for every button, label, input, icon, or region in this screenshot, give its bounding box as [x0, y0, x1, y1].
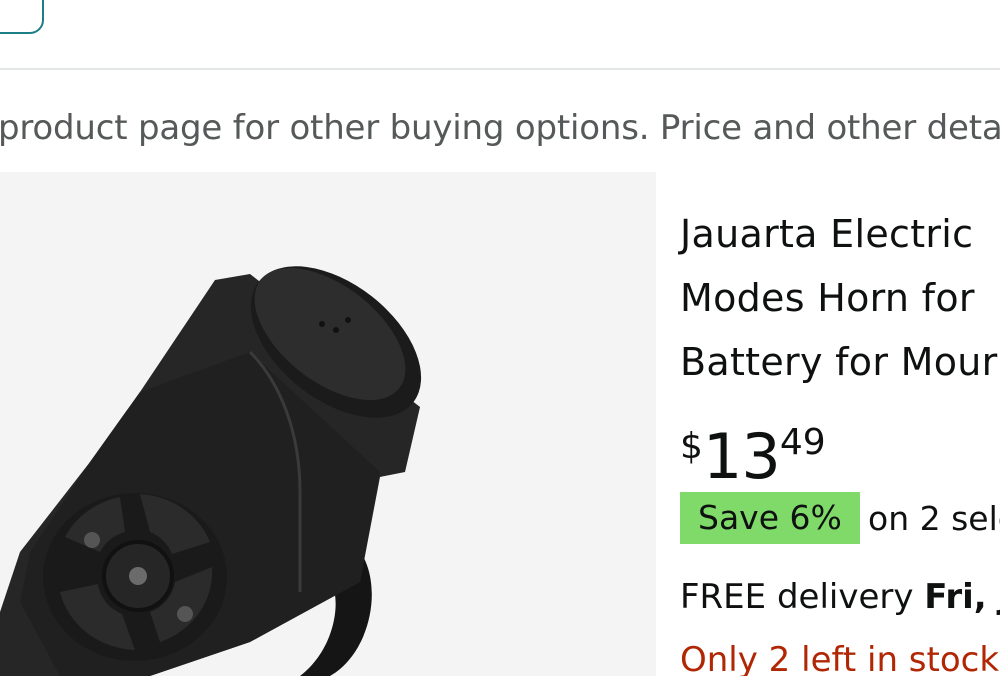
save-offer-text[interactable]: on 2 sele — [868, 499, 1000, 538]
delivery-info: FREE delivery Fri, J — [680, 577, 1000, 617]
price-currency: $ — [680, 426, 703, 467]
price-fraction: 49 — [779, 422, 826, 463]
product-title-line-1[interactable]: Jauarta Electric — [680, 212, 973, 256]
delivery-date: Fri, J — [924, 577, 1000, 617]
top-bar — [0, 0, 1000, 70]
product-title-line-3[interactable]: Battery for Mour — [680, 340, 998, 384]
product-image[interactable] — [0, 172, 656, 676]
delivery-prefix: FREE delivery — [680, 577, 925, 617]
product-price: $1349 — [680, 420, 826, 493]
top-outline-button[interactable] — [0, 0, 44, 34]
product-title-line-2[interactable]: Modes Horn for — [680, 276, 975, 320]
product-info-panel: Jauarta Electric Modes Horn for Battery … — [656, 172, 1000, 676]
price-whole: 13 — [702, 420, 781, 493]
buying-options-notice: product page for other buying options. P… — [0, 108, 1000, 148]
stock-status: Only 2 left in stock — [680, 640, 1000, 676]
save-badge: Save 6% — [680, 492, 860, 544]
product-image-panel[interactable] — [0, 172, 656, 676]
